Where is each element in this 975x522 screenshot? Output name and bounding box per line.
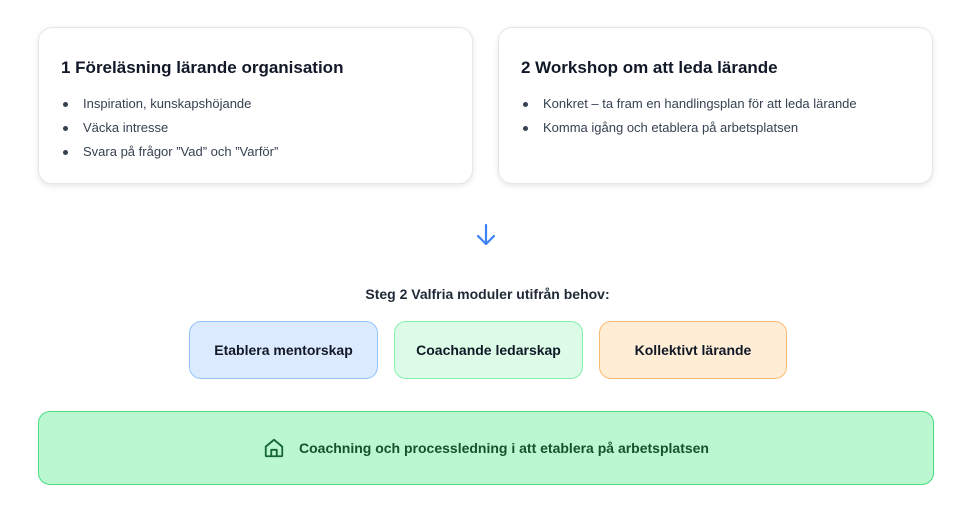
- diagram-canvas: 1 Föreläsning lärande organisation Inspi…: [0, 0, 975, 522]
- arrow-down-icon: [476, 223, 496, 246]
- module-coaching-leadership: Coachande ledarskap: [394, 321, 583, 379]
- module-collective-learning: Kollektivt lärande: [599, 321, 787, 379]
- list-item: Inspiration, kunskapshöjande: [61, 92, 450, 116]
- list-item: Svara på frågor ”Vad” och ”Varför”: [61, 140, 450, 164]
- bullet-list: Inspiration, kunskapshöjande Väcka intre…: [61, 92, 450, 164]
- list-item: Komma igång och etablera på arbetsplatse…: [521, 116, 910, 140]
- banner-text: Coachning och processledning i att etabl…: [299, 440, 709, 456]
- list-item: Väcka intresse: [61, 116, 450, 140]
- step2-title: Steg 2 Valfria moduler utifrån behov:: [365, 286, 610, 302]
- card-title: 1 Föreläsning lärande organisation: [61, 58, 344, 77]
- card-workshop: 2 Workshop om att leda lärande Konkret –…: [498, 27, 933, 184]
- card-title: 2 Workshop om att leda lärande: [521, 58, 778, 77]
- module-mentorship: Etablera mentorskap: [189, 321, 378, 379]
- list-item: Konkret – ta fram en handlingsplan för a…: [521, 92, 910, 116]
- coaching-banner: Coachning och processledning i att etabl…: [38, 411, 934, 485]
- bullet-list: Konkret – ta fram en handlingsplan för a…: [521, 92, 910, 140]
- card-lecture: 1 Föreläsning lärande organisation Inspi…: [38, 27, 473, 184]
- home-icon: [263, 437, 285, 459]
